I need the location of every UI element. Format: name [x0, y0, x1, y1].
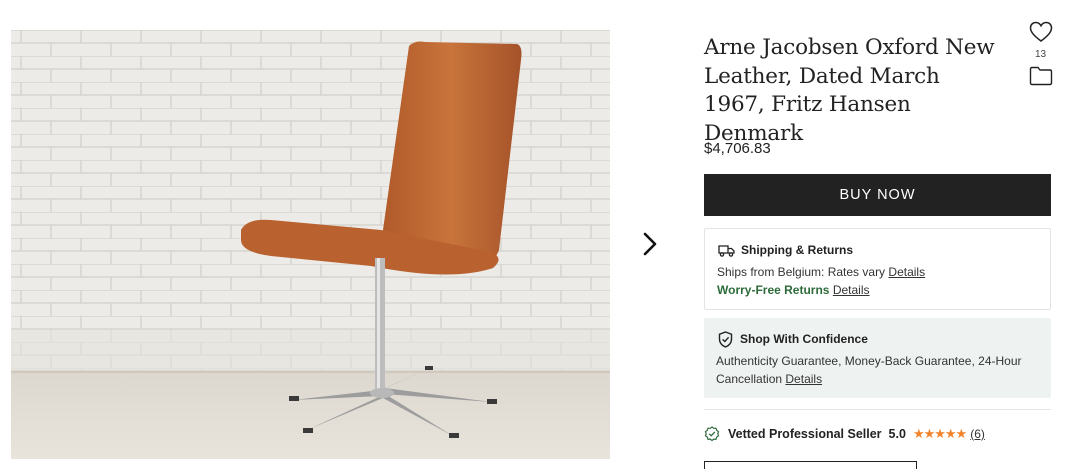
buy-now-button[interactable]: BUY NOW — [704, 174, 1051, 216]
worry-free-line: Worry-Free Returns Details — [717, 281, 1038, 299]
divider — [704, 409, 1051, 410]
ships-from-line: Ships from Belgium: Rates vary Details — [717, 263, 1038, 281]
secondary-action-button[interactable] — [704, 461, 917, 469]
seller-rating: 5.0 — [888, 427, 906, 441]
shipping-heading: Shipping & Returns — [741, 243, 853, 257]
returns-details-link[interactable]: Details — [833, 283, 870, 297]
favorite-count: 13 — [1034, 49, 1047, 60]
product-price: $4,706.83 — [704, 140, 771, 157]
save-to-folder-button[interactable] — [1029, 66, 1053, 88]
shipping-heading-row: Shipping & Returns — [717, 241, 1038, 259]
confidence-text: Authenticity Guarantee, Money-Back Guara… — [716, 354, 1022, 386]
review-count-link[interactable]: (6) — [970, 427, 985, 441]
heart-icon — [1029, 21, 1052, 42]
star-rating-icon: ★★★★★ — [912, 426, 967, 441]
shipping-returns-card: Shipping & Returns Ships from Belgium: R… — [704, 228, 1051, 310]
confidence-heading: Shop With Confidence — [740, 332, 868, 346]
shop-with-confidence-card: Shop With Confidence Authenticity Guaran… — [704, 318, 1051, 398]
chair-photo — [11, 30, 610, 459]
confidence-heading-row: Shop With Confidence — [716, 330, 1039, 348]
vetted-seller-label: Vetted Professional Seller — [728, 427, 882, 441]
confidence-text-line: Authenticity Guarantee, Money-Back Guara… — [716, 352, 1039, 388]
verified-badge-icon — [704, 425, 721, 443]
chevron-right-icon — [643, 232, 657, 256]
next-image-button[interactable] — [638, 230, 662, 258]
shipping-details-link[interactable]: Details — [888, 265, 925, 279]
product-image[interactable] — [11, 30, 610, 459]
vetted-seller-row: Vetted Professional Seller 5.0 ★★★★★ (6) — [704, 425, 985, 443]
folder-icon — [1029, 66, 1053, 86]
confidence-details-link[interactable]: Details — [785, 372, 822, 386]
shield-check-icon — [716, 330, 734, 348]
favorite-button[interactable]: 13 — [1028, 21, 1053, 60]
ships-from-text: Ships from Belgium: Rates vary — [717, 265, 886, 279]
worry-free-returns-label: Worry-Free Returns — [717, 283, 830, 297]
truck-icon — [717, 241, 735, 259]
product-title: Arne Jacobsen Oxford New Leather, Dated … — [704, 35, 995, 146]
